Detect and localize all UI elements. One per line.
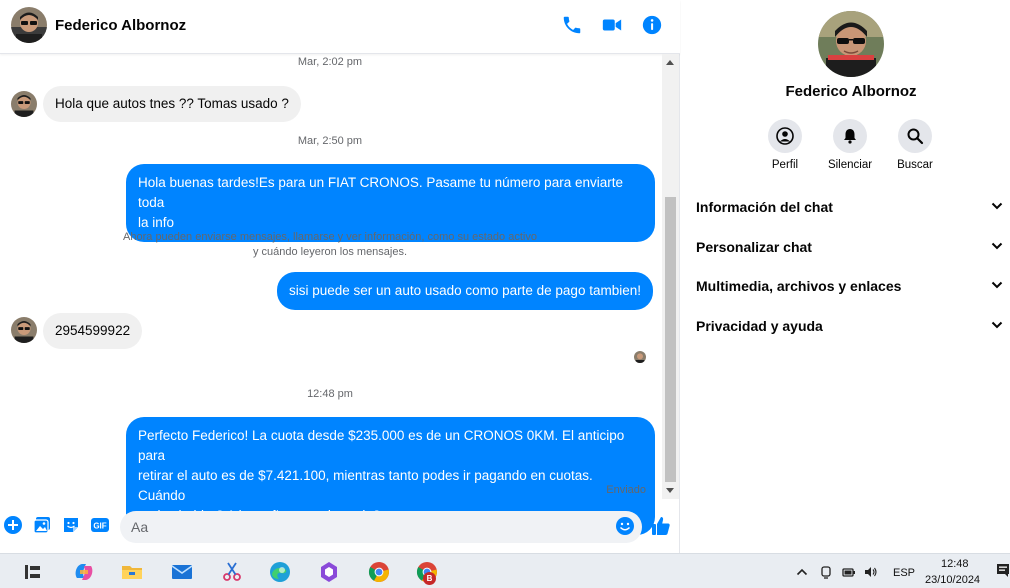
gif-label: GIF xyxy=(93,522,106,531)
phone-icon[interactable] xyxy=(561,14,583,36)
read-receipt-avatar xyxy=(634,351,646,363)
incoming-message[interactable]: 2954599922 xyxy=(43,313,143,349)
clock-time[interactable]: 12:48 xyxy=(941,558,969,570)
contact-avatar[interactable] xyxy=(11,7,47,43)
outgoing-message[interactable]: sisi puede ser un auto usado como parte … xyxy=(277,272,653,310)
file-explorer-icon[interactable] xyxy=(120,560,144,584)
windows-taskbar: B ESP 12:48 23/10/2024 xyxy=(0,553,1010,588)
scroll-down-arrow[interactable] xyxy=(666,488,674,493)
snipping-icon[interactable] xyxy=(220,560,244,584)
section-label: Privacidad y ayuda xyxy=(696,318,823,334)
contact-avatar-large[interactable] xyxy=(818,11,884,77)
contact-avatar-small[interactable] xyxy=(11,91,37,117)
meet-icon[interactable] xyxy=(819,565,833,579)
info-icon[interactable] xyxy=(641,14,663,36)
section-label: Información del chat xyxy=(696,199,833,215)
section-chat-info[interactable]: Información del chat xyxy=(681,189,1010,225)
section-label: Personalizar chat xyxy=(696,239,812,255)
chrome-icon[interactable] xyxy=(367,560,391,584)
contact-avatar-small[interactable] xyxy=(11,317,37,343)
notice-line: y cuándo leyeron los mensajes. xyxy=(252,246,408,258)
search-icon[interactable] xyxy=(898,119,932,153)
timestamp: Mar, 2:50 pm xyxy=(297,135,363,147)
notice-line: Ahora pueden enviarse mensajes, llamarse… xyxy=(123,231,537,243)
edge-icon[interactable] xyxy=(268,560,292,584)
search-label: Buscar xyxy=(897,159,933,171)
task-view-icon[interactable] xyxy=(21,560,45,584)
contact-name-panel: Federico Albornoz xyxy=(785,83,917,100)
scroll-thumb[interactable] xyxy=(665,197,676,482)
message-composer: GIF xyxy=(0,505,680,549)
chat-pane: Federico Albornoz Mar, 2:02 pm Hola que … xyxy=(0,0,680,553)
profile-label: Perfil xyxy=(771,159,799,171)
contact-name[interactable]: Federico Albornoz xyxy=(55,17,186,34)
chat-header: Federico Albornoz xyxy=(0,0,680,54)
mail-icon[interactable] xyxy=(170,560,194,584)
search-action[interactable]: Buscar xyxy=(885,119,945,171)
plus-icon[interactable] xyxy=(3,515,23,535)
message-list: Mar, 2:02 pm Hola que autos tnes ?? Toma… xyxy=(0,54,662,535)
chevron-down-icon xyxy=(990,239,1004,253)
message-line: retirar el auto es de $7.421.100, mientr… xyxy=(138,468,593,503)
section-media-files-links[interactable]: Multimedia, archivos y enlaces xyxy=(681,268,1010,304)
chevron-down-icon xyxy=(990,318,1004,332)
clock-date[interactable]: 23/10/2024 xyxy=(925,574,980,586)
incoming-message[interactable]: Hola que autos tnes ?? Tomas usado ? xyxy=(43,86,301,122)
profile-badge: B xyxy=(423,572,436,585)
copilot-icon[interactable] xyxy=(72,560,96,584)
chevron-up-icon[interactable] xyxy=(795,565,809,579)
bell-icon[interactable] xyxy=(833,119,867,153)
image-icon[interactable] xyxy=(32,515,52,535)
message-input[interactable] xyxy=(120,511,642,543)
message-scrollbar[interactable] xyxy=(662,54,679,499)
timestamp: 12:48 pm xyxy=(307,388,353,400)
messenger-window: Federico Albornoz Mar, 2:02 pm Hola que … xyxy=(0,0,1010,553)
conversation-details-panel: Federico Albornoz Perfil Silenciar Busca… xyxy=(681,0,1010,553)
mute-action[interactable]: Silenciar xyxy=(820,119,880,171)
chevron-down-icon xyxy=(990,278,1004,292)
office-icon[interactable] xyxy=(317,560,341,584)
video-icon[interactable] xyxy=(601,14,623,36)
battery-icon[interactable] xyxy=(842,565,856,579)
emoji-icon[interactable] xyxy=(615,516,635,536)
profile-action[interactable]: Perfil xyxy=(755,119,815,171)
scroll-up-arrow[interactable] xyxy=(666,60,674,65)
connection-notice: Ahora pueden enviarse mensajes, llamarse… xyxy=(110,230,550,260)
language-indicator[interactable]: ESP xyxy=(893,567,915,579)
section-privacy-support[interactable]: Privacidad y ayuda xyxy=(681,308,1010,344)
volume-icon[interactable] xyxy=(864,565,878,579)
message-line: Hola buenas tardes!Es para un FIAT CRONO… xyxy=(138,175,623,210)
delivery-status: Enviado xyxy=(606,484,646,496)
notifications-icon[interactable] xyxy=(996,563,1010,577)
mute-label: Silenciar xyxy=(827,159,873,171)
timestamp: Mar, 2:02 pm xyxy=(297,56,363,68)
section-label: Multimedia, archivos y enlaces xyxy=(696,278,902,294)
gif-icon[interactable]: GIF xyxy=(90,515,110,535)
message-line: Perfecto Federico! La cuota desde $235.0… xyxy=(138,428,625,463)
sticker-icon[interactable] xyxy=(61,515,81,535)
section-customize-chat[interactable]: Personalizar chat xyxy=(681,229,1010,265)
profile-icon[interactable] xyxy=(768,119,802,153)
thumbs-up-icon[interactable] xyxy=(650,515,672,537)
chevron-down-icon xyxy=(990,199,1004,213)
